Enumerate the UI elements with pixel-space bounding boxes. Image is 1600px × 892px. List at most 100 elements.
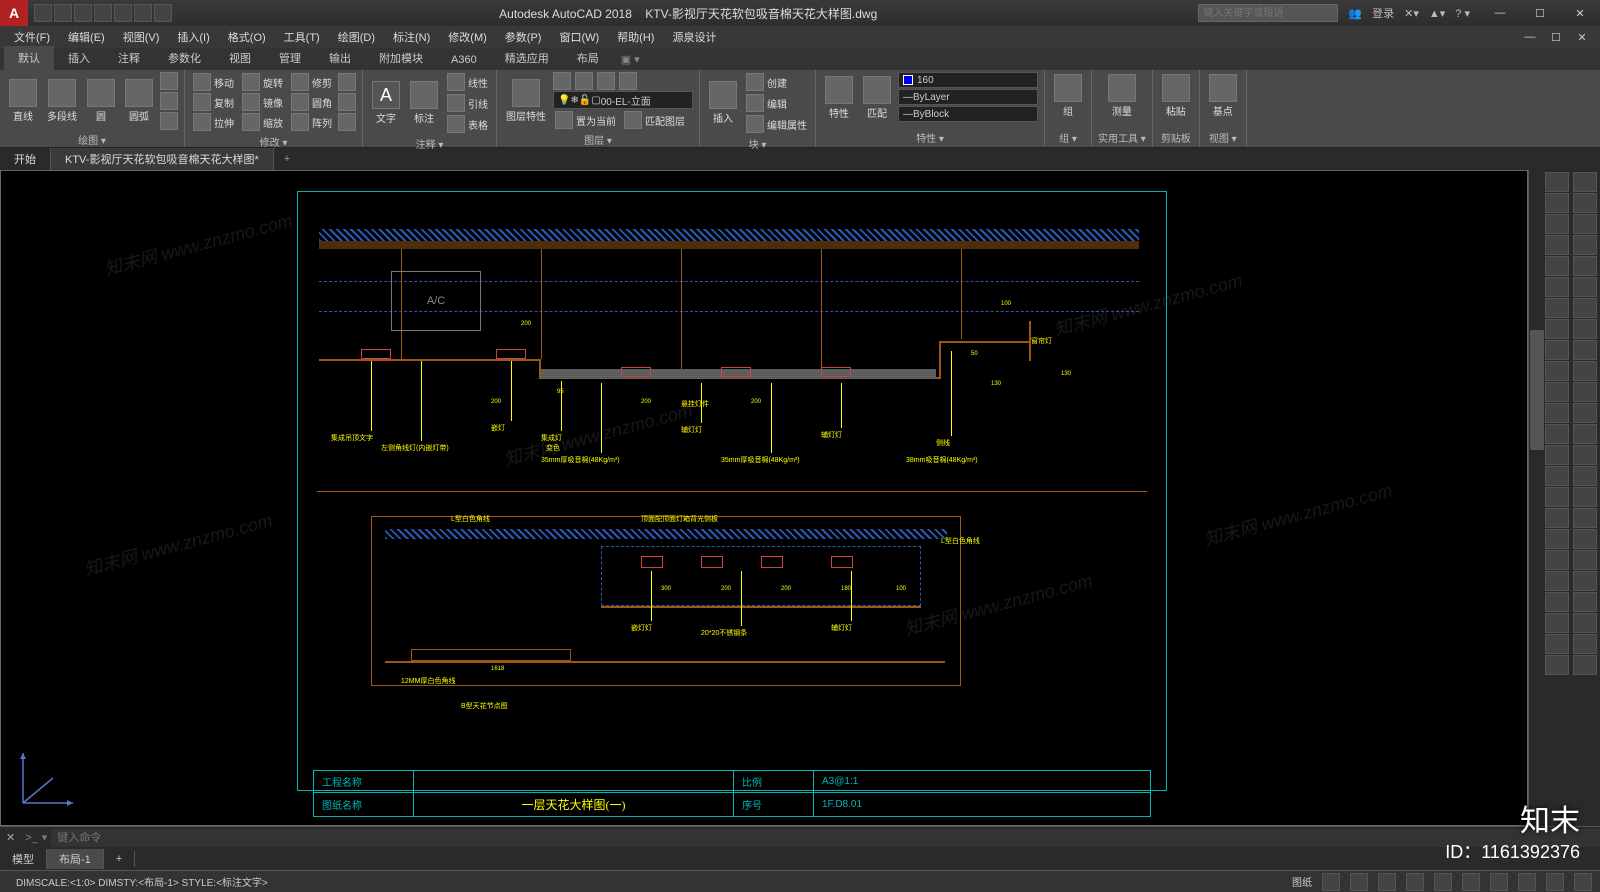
palette-icon[interactable] bbox=[1573, 424, 1597, 444]
match-props-button[interactable]: 匹配 bbox=[860, 74, 894, 122]
palette-icon[interactable] bbox=[1573, 256, 1597, 276]
fillet-button[interactable]: 圆角 bbox=[289, 92, 334, 112]
menu-dim[interactable]: 标注(N) bbox=[385, 27, 438, 47]
status-ws-icon[interactable] bbox=[1546, 873, 1564, 891]
palette-icon[interactable] bbox=[1545, 466, 1569, 486]
palette-icon[interactable] bbox=[1545, 508, 1569, 528]
status-anno-icon[interactable] bbox=[1490, 873, 1508, 891]
palette-icon[interactable] bbox=[1573, 403, 1597, 423]
palette-icon[interactable] bbox=[1573, 466, 1597, 486]
menu-modify[interactable]: 修改(M) bbox=[440, 27, 495, 47]
palette-icon[interactable] bbox=[1545, 613, 1569, 633]
hatch-icon[interactable] bbox=[160, 92, 178, 110]
palette-icon[interactable] bbox=[1573, 445, 1597, 465]
tab-document[interactable]: KTV-影视厅天花软包吸音棉天花大样图* bbox=[51, 148, 274, 170]
props-button[interactable]: 特性 bbox=[822, 74, 856, 122]
palette-icon[interactable] bbox=[1573, 193, 1597, 213]
panel-annot-title[interactable]: 注释 ▾ bbox=[369, 136, 490, 151]
stretch-button[interactable]: 拉伸 bbox=[191, 112, 236, 132]
menu-insert[interactable]: 插入(I) bbox=[169, 27, 217, 47]
trim-button[interactable]: 修剪 bbox=[289, 72, 334, 92]
palette-icon[interactable] bbox=[1573, 592, 1597, 612]
ribbon-tab-manage[interactable]: 管理 bbox=[265, 46, 315, 70]
linetype-combo[interactable]: — ByLayer bbox=[898, 89, 1038, 105]
palette-icon[interactable] bbox=[1545, 424, 1569, 444]
palette-icon[interactable] bbox=[1573, 298, 1597, 318]
vertical-scrollbar[interactable] bbox=[1528, 170, 1544, 826]
menu-window[interactable]: 窗口(W) bbox=[551, 27, 607, 47]
palette-icon[interactable] bbox=[1545, 571, 1569, 591]
paste-button[interactable]: 粘贴 bbox=[1159, 72, 1193, 120]
status-scale-icon[interactable] bbox=[1518, 873, 1536, 891]
menu-help[interactable]: 帮助(H) bbox=[609, 27, 662, 47]
panel-util-title[interactable]: 实用工具 ▾ bbox=[1098, 130, 1146, 145]
linear-button[interactable]: 线性 bbox=[445, 72, 490, 92]
palette-icon[interactable] bbox=[1545, 403, 1569, 423]
circle-button[interactable]: 圆 bbox=[84, 77, 118, 125]
layer-combo[interactable]: 💡❄🔓▢ 00-EL-立面 bbox=[553, 91, 693, 109]
array-button[interactable]: 阵列 bbox=[289, 112, 334, 132]
line-button[interactable]: 直线 bbox=[6, 77, 40, 125]
menu-draw[interactable]: 绘图(D) bbox=[330, 27, 383, 47]
palette-icon[interactable] bbox=[1545, 487, 1569, 507]
menu-param[interactable]: 参数(P) bbox=[497, 27, 550, 47]
lineweight-combo[interactable]: — ByBlock bbox=[898, 106, 1038, 122]
command-input[interactable] bbox=[51, 829, 1600, 847]
mirror-button[interactable]: 镜像 bbox=[240, 92, 285, 112]
palette-icon[interactable] bbox=[1545, 655, 1569, 675]
palette-icon[interactable] bbox=[1545, 361, 1569, 381]
qat-redo-icon[interactable] bbox=[154, 4, 172, 22]
qat-new-icon[interactable] bbox=[34, 4, 52, 22]
layer-iso-icon[interactable] bbox=[619, 72, 637, 90]
color-combo[interactable]: 160 bbox=[898, 72, 1038, 88]
block-edit-button[interactable]: 编辑 bbox=[744, 93, 809, 113]
palette-icon[interactable] bbox=[1545, 319, 1569, 339]
dim-button[interactable]: 标注 bbox=[407, 79, 441, 127]
match-layer-button[interactable]: 匹配图层 bbox=[622, 110, 687, 130]
polyline-button[interactable]: 多段线 bbox=[44, 77, 80, 125]
measure-button[interactable]: 测量 bbox=[1098, 72, 1146, 120]
arc-button[interactable]: 圆弧 bbox=[122, 77, 156, 125]
palette-icon[interactable] bbox=[1545, 634, 1569, 654]
palette-icon[interactable] bbox=[1573, 550, 1597, 570]
help-icon[interactable]: ▲▾ bbox=[1429, 7, 1445, 20]
panel-block-title[interactable]: 块 ▾ bbox=[706, 136, 809, 151]
leader-button[interactable]: 引线 bbox=[445, 93, 490, 113]
ribbon-tab-addins[interactable]: 附加模块 bbox=[365, 46, 437, 70]
layer-props-button[interactable]: 图层特性 bbox=[503, 77, 549, 125]
panel-layer-title[interactable]: 图层 ▾ bbox=[503, 132, 693, 147]
ribbon-tab-a360[interactable]: A360 bbox=[437, 50, 491, 70]
make-current-button[interactable]: 置为当前 bbox=[553, 110, 618, 130]
palette-icon[interactable] bbox=[1573, 508, 1597, 528]
maximize-button[interactable]: ☐ bbox=[1520, 0, 1560, 26]
login-button[interactable]: 登录 bbox=[1372, 5, 1394, 21]
block-create-button[interactable]: 创建 bbox=[744, 72, 809, 92]
move-button[interactable]: 移动 bbox=[191, 72, 236, 92]
erase-icon[interactable] bbox=[338, 73, 356, 91]
block-attr-button[interactable]: 编辑属性 bbox=[744, 114, 809, 134]
table-button[interactable]: 表格 bbox=[445, 114, 490, 134]
ribbon-tab-default[interactable]: 默认 bbox=[4, 46, 54, 70]
menu-view[interactable]: 视图(V) bbox=[115, 27, 168, 47]
add-tab-button[interactable]: + bbox=[274, 150, 300, 168]
doc-close-button[interactable]: ✕ bbox=[1570, 28, 1594, 46]
status-osnap-icon[interactable] bbox=[1434, 873, 1452, 891]
menu-tools[interactable]: 工具(T) bbox=[276, 27, 328, 47]
palette-icon[interactable] bbox=[1573, 571, 1597, 591]
layer-lock-icon[interactable] bbox=[597, 72, 615, 90]
drawing-canvas[interactable]: 知末网 www.znzmo.com 知末网 www.znzmo.com 知末网 … bbox=[0, 170, 1528, 826]
ribbon-tab-view[interactable]: 视图 bbox=[215, 46, 265, 70]
panel-draw-title[interactable]: 绘图 ▾ bbox=[6, 132, 178, 147]
app-logo-icon[interactable]: A bbox=[0, 0, 28, 26]
palette-icon[interactable] bbox=[1545, 256, 1569, 276]
palette-icon[interactable] bbox=[1573, 361, 1597, 381]
status-clean-icon[interactable] bbox=[1574, 873, 1592, 891]
scrollbar-thumb[interactable] bbox=[1530, 330, 1544, 450]
qat-open-icon[interactable] bbox=[54, 4, 72, 22]
copy-button[interactable]: 复制 bbox=[191, 92, 236, 112]
palette-icon[interactable] bbox=[1573, 529, 1597, 549]
qat-plot-icon[interactable] bbox=[114, 4, 132, 22]
layout-tab-1[interactable]: 布局-1 bbox=[47, 849, 104, 869]
palette-icon[interactable] bbox=[1545, 193, 1569, 213]
base-button[interactable]: 基点 bbox=[1206, 72, 1240, 120]
